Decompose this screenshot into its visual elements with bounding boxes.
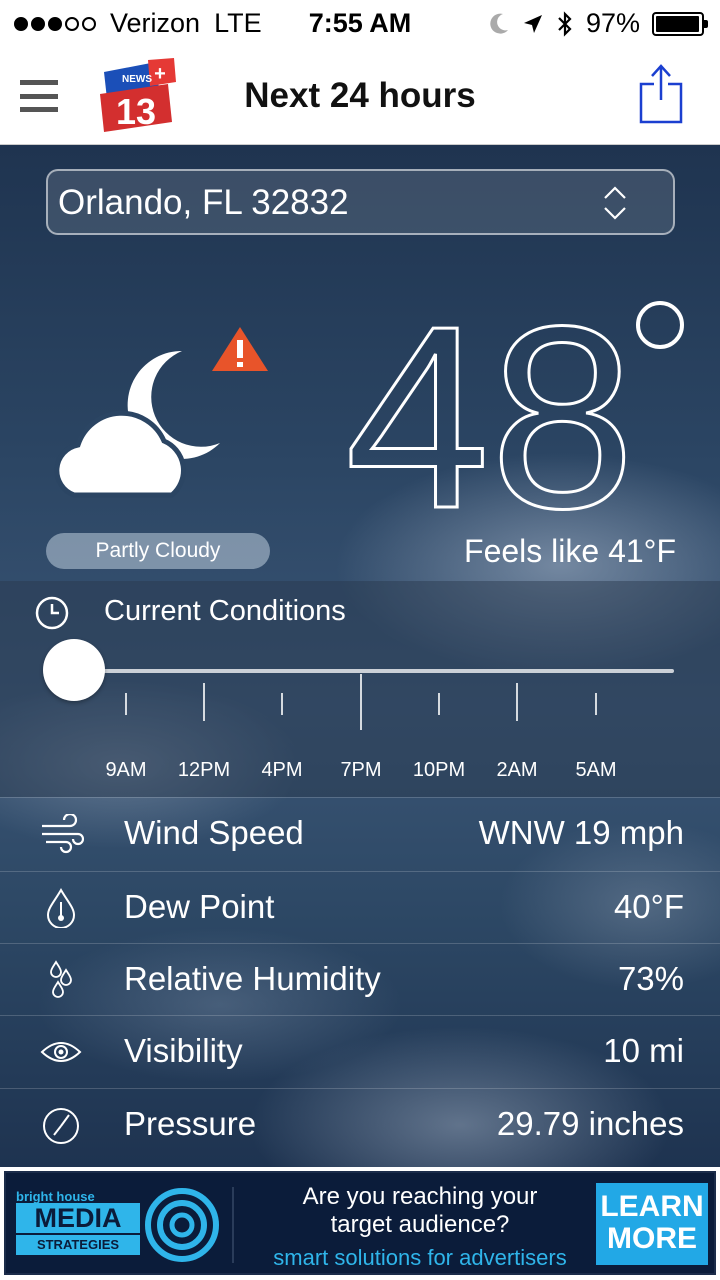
time-slider-handle[interactable]	[43, 639, 105, 701]
ad-brand-logo: bright house MEDIA STRATEGIES	[16, 1189, 140, 1259]
detail-row-wind: Wind Speed WNW 19 mph	[0, 797, 720, 869]
ad-brand-top: bright house	[16, 1189, 95, 1204]
detail-row-visibility: Visibility 10 mi	[0, 1015, 720, 1087]
timeline-tick	[281, 693, 283, 715]
detail-value: 40°F	[613, 888, 684, 925]
detail-label: Relative Humidity	[124, 960, 381, 997]
clock-icon	[35, 596, 69, 630]
timeline-tick-label[interactable]: 4PM	[237, 759, 327, 782]
detail-value: 29.79 inches	[496, 1105, 684, 1142]
timeline-tick-label[interactable]: 7PM	[316, 759, 406, 782]
feels-like-label: Feels like 41°F	[464, 533, 676, 569]
bluetooth-icon	[558, 10, 572, 37]
chevron-up-down-icon	[604, 186, 626, 220]
page-title: Next 24 hours	[244, 76, 476, 115]
ad-banner[interactable]: bright house MEDIA STRATEGIES Are you re…	[0, 1167, 720, 1280]
ad-tagline: smart solutions for advertisers	[273, 1245, 567, 1270]
ad-headline-2: target audience?	[330, 1211, 510, 1238]
location-value: Orlando, FL 32832	[58, 183, 349, 222]
ad-brand-main: MEDIA	[16, 1203, 140, 1233]
timeline-tick-label[interactable]: 9AM	[81, 759, 171, 782]
timeline-label: Current Conditions	[104, 595, 346, 627]
detail-label: Dew Point	[124, 888, 275, 925]
target-icon	[145, 1188, 219, 1262]
detail-label: Visibility	[124, 1032, 243, 1069]
gauge-icon	[43, 1108, 79, 1144]
timeline-tick-label[interactable]: 12PM	[159, 759, 249, 782]
location-select[interactable]: Orlando, FL 32832	[46, 169, 675, 235]
timeline-tick	[360, 674, 362, 730]
detail-value: 10 mi	[603, 1032, 684, 1069]
timeline-tick-label[interactable]: 5AM	[551, 759, 641, 782]
time-slider-track[interactable]	[74, 669, 674, 673]
ad-headline-1: Are you reaching your	[302, 1183, 538, 1210]
timeline-tick-label[interactable]: 2AM	[472, 759, 562, 782]
detail-row-pressure: Pressure 29.79 inches	[0, 1088, 720, 1160]
detail-row-dew-point: Dew Point 40°F	[0, 871, 720, 943]
ad-brand-bottom: STRATEGIES	[16, 1235, 140, 1255]
partly-cloudy-night-icon	[54, 350, 220, 498]
degree-symbol	[636, 301, 684, 349]
condition-badge: Partly Cloudy	[46, 533, 270, 569]
timeline-tick	[438, 693, 440, 715]
timeline-tick	[595, 693, 597, 715]
timeline-tick-label[interactable]: 10PM	[394, 759, 484, 782]
ad-divider	[232, 1187, 234, 1263]
detail-label: Pressure	[124, 1105, 257, 1142]
battery-percent: 97%	[585, 8, 640, 38]
battery-icon	[652, 11, 708, 36]
timeline-tick	[203, 683, 205, 721]
detail-row-humidity: Relative Humidity 73%	[0, 943, 720, 1015]
share-icon[interactable]	[638, 62, 684, 124]
svg-text:48: 48	[345, 295, 635, 525]
current-temperature: 48	[344, 295, 637, 525]
navigation-bar: + 13 NEWS Next 24 hours	[0, 48, 720, 145]
droplets-icon	[50, 960, 72, 998]
timeline-tick	[516, 683, 518, 721]
detail-value: 73%	[617, 960, 684, 997]
eye-icon	[40, 1042, 82, 1062]
timeline-tick	[125, 693, 127, 715]
weather-alert-icon[interactable]	[210, 325, 270, 373]
weather-panel: Orlando, FL 32832 48 Partly Cloudy Feels…	[0, 145, 720, 1167]
wind-icon	[42, 814, 84, 854]
time-slider-section: Current Conditions 9AM 12PM 4PM 7PM 10PM 2AM 5…	[0, 581, 720, 797]
detail-label: Wind Speed	[124, 814, 304, 851]
status-bar: Verizon LTE 7:55 AM 97%	[0, 0, 720, 48]
moon-icon	[490, 13, 508, 34]
learn-more-button[interactable]: LEARN MORE	[596, 1183, 708, 1265]
detail-value: WNW 19 mph	[478, 814, 684, 851]
thermometer-drop-icon	[46, 888, 76, 928]
location-arrow-icon	[523, 14, 542, 33]
